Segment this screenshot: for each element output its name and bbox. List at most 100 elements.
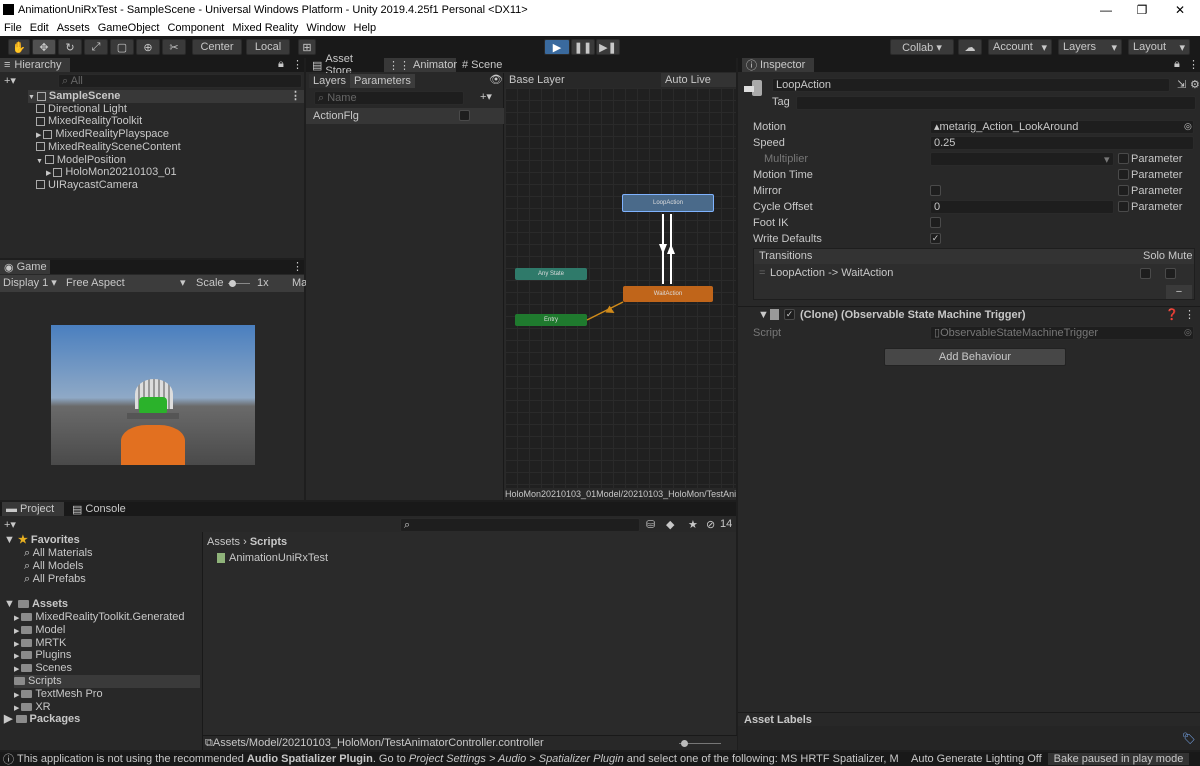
auto-live-link-toggle[interactable]: Auto Live Link <box>661 73 736 100</box>
hierarchy-search-input[interactable]: ⌕ All <box>58 74 302 88</box>
base-layer-breadcrumb[interactable]: Base Layer <box>509 74 565 87</box>
project-search-input[interactable]: ⌕ <box>400 518 640 532</box>
assets-folder[interactable]: ▼ Assets <box>4 598 68 611</box>
account-dropdown[interactable]: Account ▾ <box>988 39 1052 55</box>
tab-scene[interactable]: # Scene <box>458 58 518 72</box>
scale-tool-icon[interactable]: ⤢ <box>84 39 108 55</box>
create-plus-icon[interactable]: +▾ <box>4 74 16 87</box>
animator-graph[interactable]: LoopAction WaitAction Any State Entry <box>505 88 736 488</box>
file-item[interactable]: AnimationUniRxTest <box>217 552 328 565</box>
auto-lighting-status[interactable]: Auto Generate Lighting Off <box>911 753 1042 765</box>
lock-icon[interactable]: 🔒︎ <box>1174 58 1180 71</box>
menu-mixed-reality[interactable]: Mixed Reality <box>228 22 302 34</box>
parameter-bool-checkbox[interactable] <box>459 110 470 121</box>
rotate-tool-icon[interactable]: ↻ <box>58 39 82 55</box>
tab-asset-store[interactable]: ▤ Asset Store <box>308 53 382 77</box>
collapse-triangle-icon[interactable]: ▶ <box>14 628 21 635</box>
favorite-item[interactable]: ⌕ All Materials <box>24 547 93 560</box>
pivot-local-toggle[interactable]: Local <box>246 39 290 55</box>
asset-folder-item[interactable]: ▶ Plugins <box>14 649 71 662</box>
display-dropdown[interactable]: Display 1 ▾ <box>3 277 57 290</box>
menu-window[interactable]: Window <box>302 22 349 34</box>
expand-triangle-icon[interactable]: ▼ <box>28 94 37 101</box>
subtab-layers[interactable]: Layers <box>309 74 351 88</box>
tab-animator[interactable]: ⋮⋮ Animator <box>384 58 457 72</box>
collapse-triangle-icon[interactable]: ▶ <box>36 132 43 139</box>
speed-field[interactable]: 0.25 <box>930 136 1194 150</box>
hierarchy-item[interactable]: ▶ MixedRealityPlayspace <box>36 128 169 141</box>
close-button[interactable]: ✕ <box>1162 0 1198 19</box>
foot-ik-checkbox[interactable] <box>930 217 941 228</box>
tab-game[interactable]: ◉ Game <box>0 260 50 274</box>
mirror-checkbox[interactable] <box>930 185 941 196</box>
hierarchy-item[interactable]: Directional Light <box>36 103 127 116</box>
settings-gear-icon[interactable]: ⚙ <box>1190 78 1200 91</box>
collapse-triangle-icon[interactable]: ▶ <box>14 692 21 699</box>
move-tool-icon[interactable]: ✥ <box>32 39 56 55</box>
layers-dropdown[interactable]: Layers ▾ <box>1058 39 1122 55</box>
asset-folder-item[interactable]: ▶ Model <box>14 624 65 637</box>
tag-field[interactable] <box>796 96 1196 110</box>
pause-button[interactable]: ❚❚ <box>571 39 595 55</box>
asset-folder-item[interactable]: ▶ MRTK <box>14 637 66 650</box>
favorite-star-icon[interactable]: ★ <box>688 518 698 531</box>
hierarchy-item[interactable]: ▶ HoloMon20210103_01 <box>46 166 177 179</box>
component-enabled-checkbox[interactable]: ✓ <box>784 309 795 320</box>
lock-icon[interactable]: 🔒︎ <box>278 58 284 71</box>
hierarchy-item[interactable]: ▼ ModelPosition <box>36 154 126 167</box>
expand-triangle-icon[interactable]: ▼ <box>36 158 45 165</box>
hierarchy-item[interactable]: MixedRealitySceneContent <box>36 141 181 154</box>
menu-file[interactable]: File <box>0 22 26 34</box>
play-button[interactable]: ▶ <box>544 39 570 55</box>
maximize-button[interactable]: ❐ <box>1124 0 1160 19</box>
state-name-field[interactable]: LoopAction <box>772 78 1170 92</box>
scale-slider-thumb[interactable] <box>229 280 236 287</box>
asset-folder-item[interactable]: ▶ TextMesh Pro <box>14 688 103 701</box>
transition-item[interactable]: = LoopAction -> WaitAction <box>754 266 1194 281</box>
breadcrumb-scripts[interactable]: Scripts <box>250 536 287 548</box>
grid-snap-icon[interactable]: ⊞ <box>298 39 316 55</box>
transform-tool-icon[interactable]: ⊕ <box>136 39 160 55</box>
minimize-button[interactable]: — <box>1088 0 1124 19</box>
solo-checkbox[interactable] <box>1140 268 1151 279</box>
aspect-dropdown[interactable]: Free Aspect <box>66 277 125 290</box>
more-icon[interactable]: ⋮ <box>1188 58 1199 71</box>
step-button[interactable]: ▶❚ <box>596 39 620 55</box>
packages-folder[interactable]: ▶ Packages <box>4 713 80 726</box>
subtab-parameters[interactable]: Parameters <box>350 74 415 88</box>
motion-field[interactable]: ▴metarig_Action_LookAround <box>930 120 1194 134</box>
eye-icon[interactable]: 👁︎ <box>489 74 503 87</box>
custom-tool-icon[interactable]: ✂ <box>162 39 186 55</box>
collapse-triangle-icon[interactable]: ▶ <box>14 615 21 622</box>
collapse-triangle-icon[interactable]: ▶ <box>14 653 21 660</box>
mirror-parameter-checkbox[interactable] <box>1118 185 1129 196</box>
cloud-icon[interactable]: ☁ <box>958 39 982 55</box>
tab-inspector[interactable]: ⓘ Inspector <box>742 58 814 72</box>
asset-folder-item[interactable]: ▶ XR <box>14 701 51 714</box>
tab-console[interactable]: ▤ Console <box>68 502 132 516</box>
motion-time-parameter-checkbox[interactable] <box>1118 169 1129 180</box>
cycle-offset-parameter-checkbox[interactable] <box>1118 201 1129 212</box>
menu-edit[interactable]: Edit <box>26 22 53 34</box>
hierarchy-item[interactable]: MixedRealityToolkit <box>36 115 142 128</box>
parameter-row[interactable]: ActionFlg <box>306 108 504 124</box>
icon-size-slider-thumb[interactable] <box>681 740 688 747</box>
more-icon[interactable]: ⋮ <box>290 90 301 103</box>
hand-tool-icon[interactable]: ✋ <box>8 39 30 55</box>
pin-icon[interactable]: ⇲ <box>1177 78 1186 91</box>
collapse-triangle-icon[interactable]: ▶ <box>14 666 21 673</box>
object-picker-icon[interactable]: ◎ <box>1184 121 1192 132</box>
menu-assets[interactable]: Assets <box>53 22 94 34</box>
asset-folder-item[interactable]: ▶ Scenes <box>14 662 72 675</box>
menu-help[interactable]: Help <box>350 22 381 34</box>
filter-type-icon[interactable]: ⛁ <box>646 518 655 531</box>
status-message[interactable]: This application is not using the recomm… <box>17 753 899 765</box>
menu-gameobject[interactable]: GameObject <box>94 22 164 34</box>
pivot-center-toggle[interactable]: Center <box>192 39 242 55</box>
favorite-item[interactable]: ⌕ All Models <box>24 560 83 573</box>
layout-dropdown[interactable]: Layout ▾ <box>1128 39 1190 55</box>
cycle-offset-field[interactable]: 0 <box>930 200 1114 214</box>
mute-checkbox[interactable] <box>1165 268 1176 279</box>
add-behaviour-button[interactable]: Add Behaviour <box>884 348 1066 366</box>
game-viewport[interactable] <box>51 325 255 465</box>
